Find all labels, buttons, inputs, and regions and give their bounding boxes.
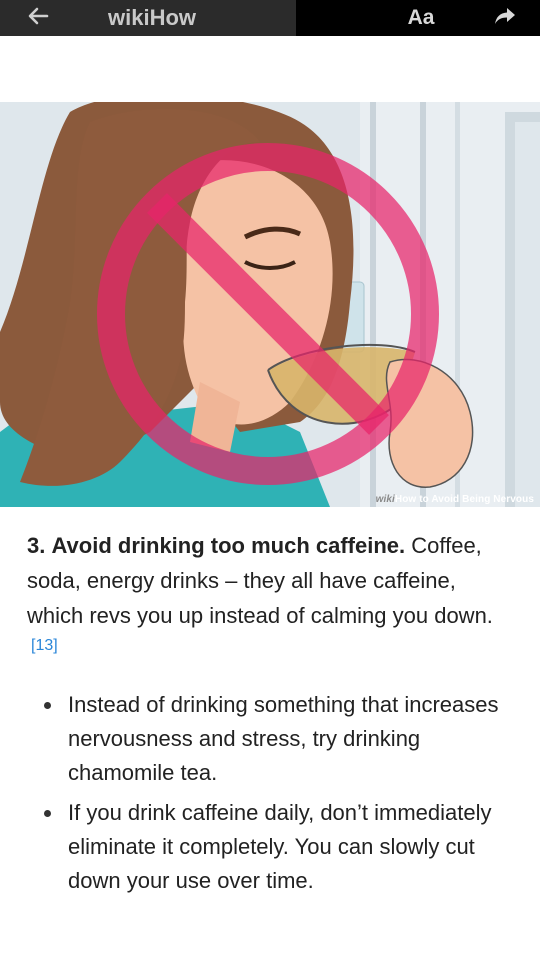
bullet-text: If you drink caffeine daily, don’t immed… <box>68 800 492 893</box>
app-title: wikiHow <box>108 5 197 30</box>
share-arrow-icon <box>494 7 516 30</box>
bullet-text: Instead of drinking something that incre… <box>68 692 499 785</box>
tips-list: Instead of drinking something that incre… <box>27 688 517 904</box>
back-button[interactable] <box>22 4 54 32</box>
list-item: If you drink caffeine daily, don’t immed… <box>27 796 517 898</box>
list-item: Instead of drinking something that incre… <box>27 688 517 790</box>
illustration-drinking-tea <box>0 102 540 507</box>
step-illustration: wikiHow to Avoid Being Nervous <box>0 102 540 507</box>
reference-link[interactable]: [13] <box>31 637 58 654</box>
arrow-left-icon <box>27 6 49 31</box>
font-size-button[interactable]: Aa <box>404 4 438 32</box>
step-text: 3. Avoid drinking too much caffeine. Cof… <box>27 528 517 668</box>
bullet-dot <box>44 810 51 817</box>
image-watermark: wikiHow to Avoid Being Nervous <box>375 494 534 505</box>
top-bar: wikiHow Aa <box>0 0 540 36</box>
step-headline: Avoid drinking too much caffeine. <box>51 533 406 558</box>
bullet-dot <box>44 702 51 709</box>
share-button[interactable] <box>490 4 520 32</box>
step-number: 3. <box>27 533 46 558</box>
